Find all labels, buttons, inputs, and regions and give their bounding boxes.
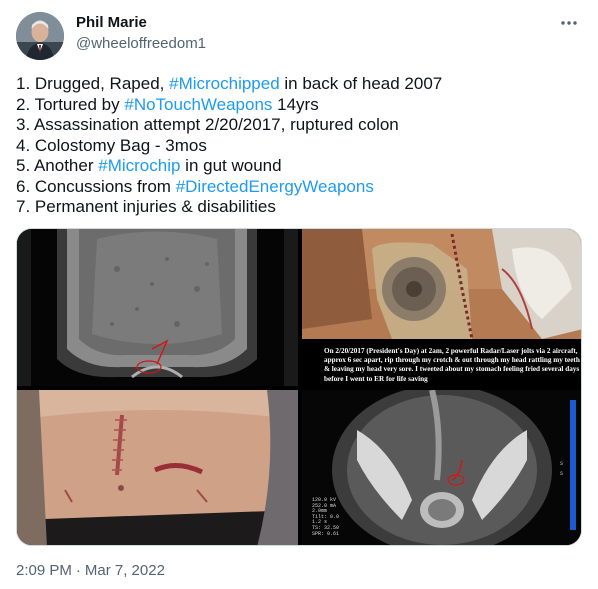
author-name[interactable]: Phil Marie (76, 14, 147, 31)
hashtag-link[interactable]: #DirectedEnergyWeapons (176, 177, 374, 196)
tweet-text: 1. Drugged, Raped, #Microchipped in back… (16, 74, 582, 218)
media-image-ct-abdomen[interactable]: SS 120.0 kV 252.0 mA 2.0mm Tilt: 0.0 1.2… (302, 390, 581, 545)
tweet-line: 6. Concussions from #DirectedEnergyWeapo… (16, 176, 374, 196)
scan-info-text: 120.0 kV 252.0 mA 2.0mm Tilt: 0.0 1.2 s … (312, 497, 340, 537)
tweet-line: 5. Another #Microchip in gut wound (16, 156, 282, 175)
author-handle[interactable]: @wheeloffreedom1 (76, 35, 206, 52)
tweet-line: 2. Tortured by #NoTouchWeapons 14yrs (16, 94, 319, 114)
avatar[interactable] (16, 12, 64, 60)
image-overlay-text: On 2/20/2017 (President's Day) at 2am, 2… (324, 347, 580, 383)
tweet-line: 3. Assassination attempt 2/20/2017, rupt… (16, 115, 399, 134)
media-grid: On 2/20/2017 (President's Day) at 2am, 2… (16, 228, 582, 546)
tweet-line: 1. Drugged, Raped, #Microchipped in back… (16, 74, 443, 93)
tweet-line: 7. Permanent injuries & disabilities (16, 197, 276, 216)
tweet-time: 2:09 PM (16, 562, 72, 579)
media-image-ct-head[interactable] (17, 229, 298, 386)
tweet-timestamp[interactable]: 2:09 PM · Mar 7, 2022 (16, 562, 165, 579)
hashtag-link[interactable]: #Microchip (98, 156, 180, 175)
tweet-date: Mar 7, 2022 (84, 562, 165, 579)
tweet-card: Phil Marie @wheeloffreedom1 1. Drugged, … (0, 0, 598, 589)
svg-text:S: S (560, 461, 563, 467)
timestamp-separator: · (75, 562, 81, 579)
media-image-abdomen[interactable] (17, 390, 298, 545)
more-horizontal-icon[interactable] (558, 12, 580, 34)
hashtag-link[interactable]: #NoTouchWeapons (124, 95, 272, 114)
svg-text:S: S (560, 471, 563, 477)
media-image-colostomy[interactable]: On 2/20/2017 (President's Day) at 2am, 2… (302, 229, 581, 386)
profile-photo-icon (16, 12, 64, 60)
hashtag-link[interactable]: #Microchipped (169, 74, 280, 93)
tweet-line: 4. Colostomy Bag - 3mos (16, 135, 207, 155)
